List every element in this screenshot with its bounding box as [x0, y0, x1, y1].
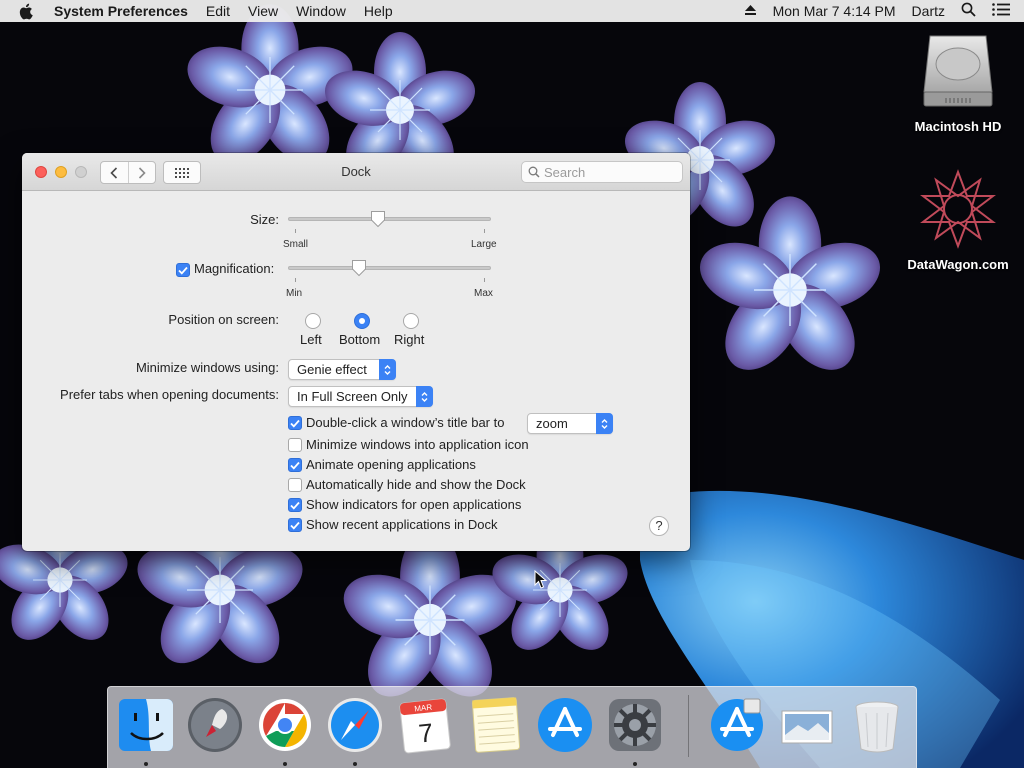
magnification-slider-tick: [295, 278, 296, 282]
menu-user[interactable]: Dartz: [912, 3, 945, 19]
autohide-label[interactable]: Automatically hide and show the Dock: [306, 477, 526, 492]
finder-icon[interactable]: [117, 695, 175, 755]
size-slider-thumb[interactable]: [370, 210, 386, 228]
position-bottom-radio[interactable]: [354, 313, 370, 329]
menu-bar: System Preferences Edit View Window Help…: [0, 0, 1024, 22]
menu-clock[interactable]: Mon Mar 7 4:14 PM: [773, 3, 896, 19]
size-slider-track[interactable]: [288, 217, 491, 221]
preview-icon[interactable]: [778, 695, 836, 755]
animate-opening-label[interactable]: Animate opening applications: [306, 457, 476, 472]
hard-drive-icon: [923, 35, 993, 107]
help-button[interactable]: ?: [649, 516, 669, 536]
position-left-radio[interactable]: [305, 313, 321, 329]
checkmark-icon: [178, 266, 188, 275]
window-titlebar[interactable]: Dock: [22, 153, 690, 191]
system-preferences-icon[interactable]: [606, 695, 664, 755]
magnification-slider-track[interactable]: [288, 266, 491, 270]
size-min-label: Small: [283, 239, 309, 250]
position-right-radio[interactable]: [403, 313, 419, 329]
magnification-label[interactable]: Magnification:: [194, 261, 274, 276]
checkmark-icon: [290, 521, 300, 530]
position-bottom-label[interactable]: Bottom: [339, 332, 380, 347]
show-indicators-checkbox[interactable]: [288, 498, 302, 512]
spotlight-icon[interactable]: [961, 2, 976, 20]
dock: MAR 7: [107, 686, 917, 768]
double-click-checkbox[interactable]: [288, 416, 302, 430]
magnification-slider-thumb[interactable]: [351, 259, 367, 277]
desktop-icon-label: Macintosh HD: [914, 119, 1002, 134]
search-field[interactable]: [521, 161, 683, 183]
menu-app-name[interactable]: System Preferences: [54, 3, 188, 19]
size-slider-tick: [484, 229, 485, 233]
running-indicator: [633, 762, 637, 766]
minimize-effect-value: Genie effect: [297, 362, 367, 377]
eject-icon[interactable]: [744, 3, 757, 19]
minimize-using-label: Minimize windows using:: [135, 360, 279, 375]
apple-menu-icon[interactable]: [18, 3, 40, 20]
menu-view[interactable]: View: [248, 3, 278, 19]
safari-icon[interactable]: [326, 695, 384, 755]
checkmark-icon: [290, 419, 300, 428]
search-input[interactable]: [544, 164, 672, 180]
desktop-icon-label: DataWagon.com: [907, 257, 1009, 272]
running-indicator: [283, 762, 287, 766]
desktop-icon-macintosh-hd[interactable]: Macintosh HD: [903, 32, 1013, 134]
launchpad-icon[interactable]: [186, 695, 244, 755]
calendar-month: MAR: [414, 703, 433, 714]
prefer-tabs-value: In Full Screen Only: [297, 389, 408, 404]
app-store-icon[interactable]: [536, 695, 594, 755]
dock-separator: [688, 695, 689, 757]
notification-center-icon[interactable]: [992, 3, 1010, 19]
prefer-tabs-label: Prefer tabs when opening documents:: [60, 387, 279, 402]
checkmark-icon: [290, 461, 300, 470]
chrome-icon[interactable]: [256, 695, 314, 755]
mouse-cursor-icon: [534, 570, 548, 589]
magnification-slider-tick: [484, 278, 485, 282]
magnification-checkbox[interactable]: [176, 263, 190, 277]
prefer-tabs-popup[interactable]: In Full Screen Only: [288, 386, 433, 407]
running-indicator: [353, 762, 357, 766]
popup-arrows-icon: [416, 386, 433, 407]
dock-preferences-window: Dock Size: Small Large Magnification: Mi…: [22, 153, 690, 551]
desktop-icon-datawagon[interactable]: DataWagon.com: [903, 168, 1013, 272]
notes-icon[interactable]: [466, 695, 524, 755]
checkmark-icon: [290, 501, 300, 510]
search-icon: [528, 166, 540, 178]
menu-help[interactable]: Help: [364, 3, 393, 19]
minimize-into-icon-checkbox[interactable]: [288, 438, 302, 452]
size-max-label: Large: [471, 239, 497, 250]
popup-arrows-icon: [596, 413, 613, 434]
menu-window[interactable]: Window: [296, 3, 346, 19]
show-recent-checkbox[interactable]: [288, 518, 302, 532]
show-indicators-label[interactable]: Show indicators for open applications: [306, 497, 521, 512]
app-store-installer-icon[interactable]: [708, 695, 766, 755]
magnification-min-label: Min: [286, 288, 303, 299]
minimize-effect-popup[interactable]: Genie effect: [288, 359, 396, 380]
menu-edit[interactable]: Edit: [206, 3, 230, 19]
dock-preferences-pane: Size: Small Large Magnification: Min Max…: [22, 191, 690, 551]
popup-arrows-icon: [379, 359, 396, 380]
datawagon-icon: [920, 169, 996, 249]
running-indicator: [144, 762, 148, 766]
animate-opening-checkbox[interactable]: [288, 458, 302, 472]
double-click-action-popup[interactable]: zoom: [527, 413, 613, 434]
double-click-action-value: zoom: [536, 416, 568, 431]
position-right-label[interactable]: Right: [394, 332, 424, 347]
size-slider-tick: [295, 229, 296, 233]
position-left-label[interactable]: Left: [300, 332, 322, 347]
minimize-into-icon-label[interactable]: Minimize windows into application icon: [306, 437, 529, 452]
size-label: Size:: [250, 212, 279, 227]
magnification-max-label: Max: [474, 288, 493, 299]
double-click-label[interactable]: Double-click a window’s title bar to: [306, 415, 504, 430]
autohide-checkbox[interactable]: [288, 478, 302, 492]
position-label: Position on screen:: [168, 312, 279, 327]
calendar-icon[interactable]: MAR 7: [396, 695, 454, 755]
show-recent-label[interactable]: Show recent applications in Dock: [306, 517, 498, 532]
trash-icon[interactable]: [848, 695, 906, 755]
